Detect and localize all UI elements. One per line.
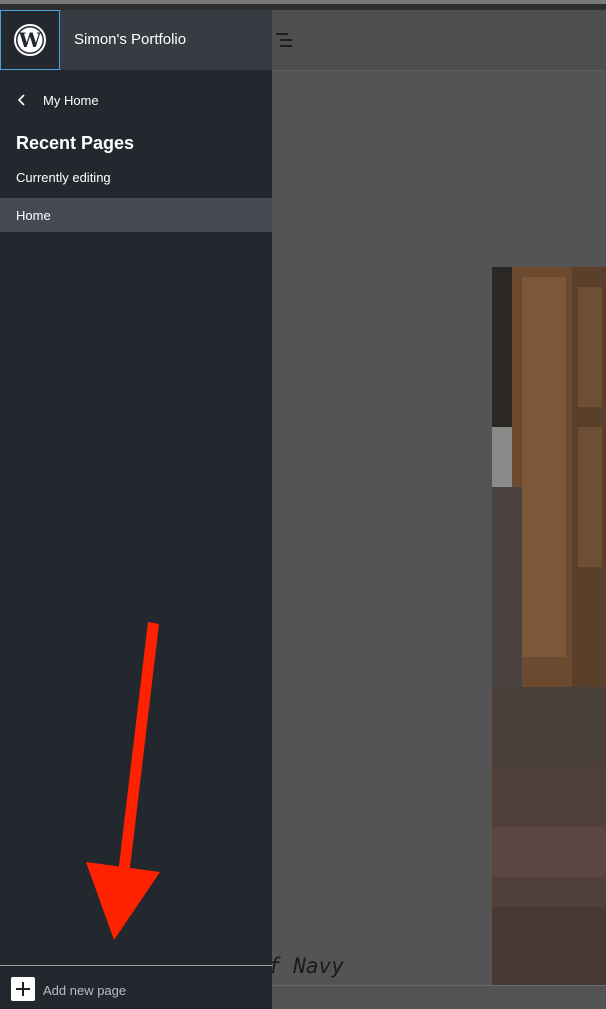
hero-image[interactable] xyxy=(492,267,606,985)
site-title[interactable]: Simon's Portfolio xyxy=(74,31,186,48)
back-to-my-home-link[interactable]: My Home xyxy=(14,89,99,111)
svg-text:W: W xyxy=(18,28,42,52)
list-view-icon[interactable] xyxy=(276,30,296,50)
editor-topbar xyxy=(272,10,606,71)
page-item-label: Home xyxy=(16,208,51,223)
wordpress-logo-icon: W xyxy=(14,24,46,56)
canvas-divider xyxy=(272,985,606,986)
plus-icon[interactable] xyxy=(11,977,35,1001)
page: f Navy W Simon's Portfolio My Home Recen… xyxy=(0,0,606,1009)
site-editor-sidebar: W Simon's Portfolio My Home Recent Pages… xyxy=(0,10,272,1009)
browser-bar xyxy=(0,0,606,10)
wordpress-logo-button[interactable]: W xyxy=(0,10,60,70)
page-item-home[interactable]: Home xyxy=(0,198,272,232)
canvas-text-fragment[interactable]: f Navy xyxy=(268,954,344,978)
sidebar-footer: Add new page xyxy=(0,965,272,1009)
add-new-page-button[interactable]: Add new page xyxy=(43,983,126,998)
section-title: Recent Pages xyxy=(16,133,135,153)
browser-url-strip xyxy=(0,0,606,4)
section-subtitle: Currently editing xyxy=(16,170,111,185)
site-header: W Simon's Portfolio xyxy=(0,10,272,70)
back-link-label: My Home xyxy=(43,92,99,108)
chevron-left-icon xyxy=(17,94,25,106)
